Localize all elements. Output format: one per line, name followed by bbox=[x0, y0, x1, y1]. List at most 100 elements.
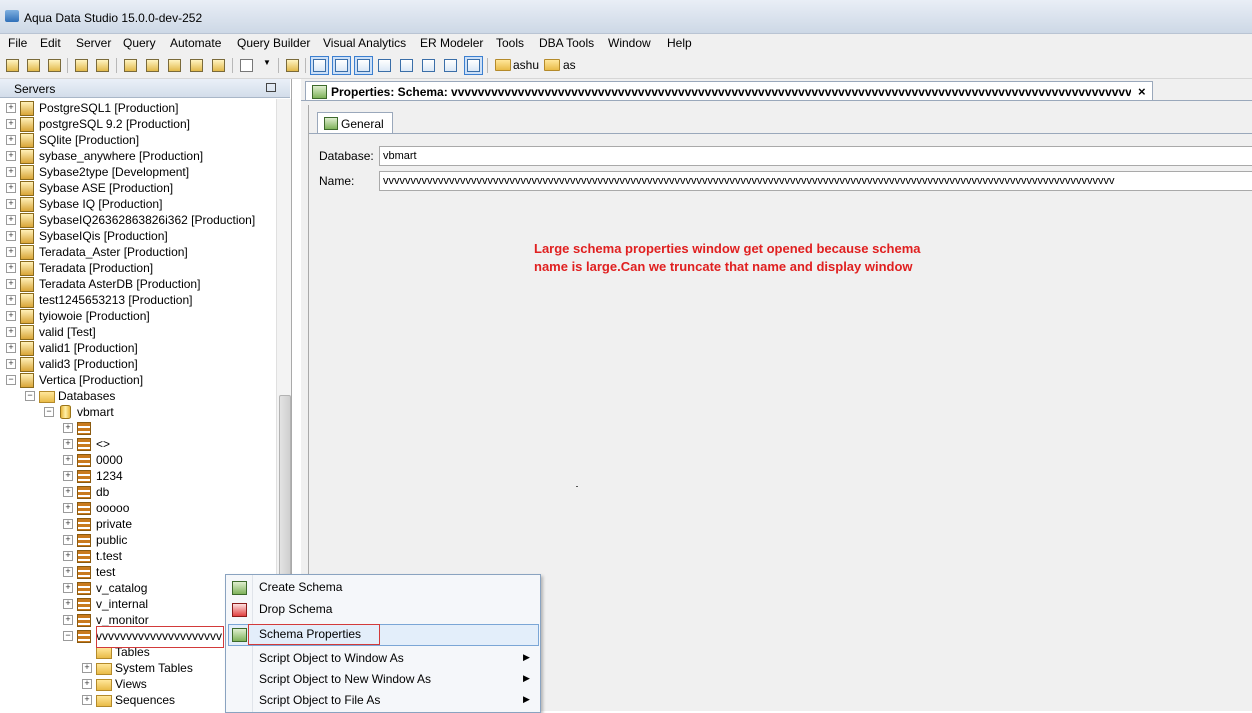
tree-item-label: postgreSQL 9.2 [Production] bbox=[39, 117, 190, 131]
query-window-icon[interactable] bbox=[122, 57, 138, 73]
menu-window[interactable]: Window bbox=[608, 36, 651, 50]
connect-icon[interactable] bbox=[46, 57, 62, 73]
expand-icon[interactable]: + bbox=[6, 231, 16, 241]
database-field[interactable]: vbmart bbox=[379, 146, 1252, 166]
expand-icon[interactable]: + bbox=[6, 167, 16, 177]
expand-icon[interactable]: + bbox=[63, 487, 73, 497]
expand-icon[interactable]: + bbox=[63, 583, 73, 593]
tree-item-label: vbmart bbox=[77, 405, 114, 419]
collapse-icon[interactable]: − bbox=[25, 391, 35, 401]
schema-icon bbox=[77, 518, 91, 531]
tab-properties-title: Properties: Schema: vvvvvvvvvvvvvvvvvvvv… bbox=[331, 85, 1131, 99]
collapse-icon[interactable]: − bbox=[6, 375, 16, 385]
layout-list-icon[interactable] bbox=[420, 57, 436, 73]
close-icon[interactable]: × bbox=[1138, 84, 1146, 99]
expand-icon[interactable]: + bbox=[63, 535, 73, 545]
query-analyzer-icon[interactable] bbox=[144, 57, 160, 73]
compare-icon[interactable] bbox=[188, 57, 204, 73]
tab-general[interactable]: General bbox=[317, 112, 393, 134]
edit-server-icon[interactable] bbox=[25, 57, 41, 73]
expand-icon[interactable]: + bbox=[6, 327, 16, 337]
expand-icon[interactable]: + bbox=[63, 471, 73, 481]
expand-icon[interactable]: + bbox=[6, 247, 16, 257]
schema-icon bbox=[77, 598, 91, 611]
expand-icon[interactable]: + bbox=[6, 183, 16, 193]
menu-dba-tools[interactable]: DBA Tools bbox=[539, 36, 594, 50]
layout-split-icon[interactable] bbox=[442, 57, 458, 73]
general-icon bbox=[324, 117, 338, 130]
expand-icon[interactable]: + bbox=[63, 423, 73, 433]
expand-icon[interactable]: + bbox=[6, 199, 16, 209]
layout-form-icon[interactable] bbox=[398, 57, 414, 73]
restore-icon[interactable] bbox=[266, 83, 276, 92]
expand-icon[interactable]: + bbox=[6, 103, 16, 113]
new-document-icon[interactable] bbox=[238, 57, 254, 73]
disconnect-icon[interactable] bbox=[73, 57, 89, 73]
table-data-editor-icon[interactable] bbox=[166, 57, 182, 73]
menu-server[interactable]: Server bbox=[76, 36, 111, 50]
expand-icon[interactable]: + bbox=[82, 663, 92, 673]
server-icon bbox=[20, 245, 34, 260]
expand-icon[interactable]: + bbox=[6, 263, 16, 273]
print-icon[interactable] bbox=[284, 57, 300, 73]
server-icon bbox=[20, 261, 34, 276]
tab-properties[interactable]: Properties: Schema: vvvvvvvvvvvvvvvvvvvv… bbox=[305, 81, 1153, 101]
report-icon[interactable] bbox=[210, 57, 226, 73]
menu-item-create-schema[interactable]: Create Schema bbox=[226, 577, 540, 599]
title-bar: Aqua Data Studio 15.0.0-dev-252 bbox=[0, 0, 1252, 34]
expand-icon[interactable]: + bbox=[63, 519, 73, 529]
expand-icon[interactable]: + bbox=[6, 295, 16, 305]
new-server-icon[interactable] bbox=[4, 57, 20, 73]
tree-item-label: SybaseIQ26362863826i362 [Production] bbox=[39, 213, 256, 227]
menu-query-builder[interactable]: Query Builder bbox=[237, 36, 310, 50]
menu-item-script-new-window[interactable]: Script Object to New Window As ▶ bbox=[226, 669, 540, 691]
expand-icon[interactable]: + bbox=[6, 359, 16, 369]
expand-icon[interactable]: + bbox=[63, 503, 73, 513]
expand-icon[interactable]: + bbox=[6, 279, 16, 289]
menu-item-script-window[interactable]: Script Object to Window As ▶ bbox=[226, 648, 540, 670]
refresh-server-icon[interactable] bbox=[94, 57, 110, 73]
expand-icon[interactable]: + bbox=[6, 135, 16, 145]
submenu-arrow-icon: ▶ bbox=[523, 694, 530, 704]
menu-edit[interactable]: Edit bbox=[40, 36, 61, 50]
menu-er-modeler[interactable]: ER Modeler bbox=[420, 36, 483, 50]
folder-as[interactable]: as bbox=[563, 58, 576, 72]
layout-doc-icon[interactable] bbox=[354, 56, 373, 75]
menu-item-label: Script Object to New Window As bbox=[259, 672, 432, 686]
menu-file[interactable]: File bbox=[8, 36, 27, 50]
chart-icon[interactable] bbox=[464, 56, 483, 75]
expand-icon[interactable]: + bbox=[6, 215, 16, 225]
menu-tools[interactable]: Tools bbox=[496, 36, 524, 50]
menu-automate[interactable]: Automate bbox=[170, 36, 221, 50]
menu-item-drop-schema[interactable]: Drop Schema bbox=[226, 599, 540, 621]
menu-query[interactable]: Query bbox=[123, 36, 156, 50]
collapse-icon[interactable]: − bbox=[63, 631, 73, 641]
menu-item-script-file[interactable]: Script Object to File As ▶ bbox=[226, 690, 540, 712]
tree-item-label: SQlite [Production] bbox=[39, 133, 140, 147]
expand-icon[interactable]: + bbox=[6, 311, 16, 321]
expand-icon[interactable]: + bbox=[63, 551, 73, 561]
expand-icon[interactable]: + bbox=[63, 439, 73, 449]
menu-visual-analytics[interactable]: Visual Analytics bbox=[323, 36, 406, 50]
expand-icon[interactable]: + bbox=[6, 119, 16, 129]
collapse-icon[interactable]: − bbox=[44, 407, 54, 417]
expand-icon[interactable]: + bbox=[63, 567, 73, 577]
expand-icon[interactable]: + bbox=[6, 151, 16, 161]
expand-icon[interactable]: + bbox=[63, 615, 73, 625]
dropdown-arrow-icon[interactable]: ▼ bbox=[263, 58, 271, 67]
tree-item-label: public bbox=[96, 533, 128, 547]
expand-icon[interactable]: + bbox=[63, 455, 73, 465]
name-field[interactable]: vvvvvvvvvvvvvvvvvvvvvvvvvvvvvvvvvvvvvvvv… bbox=[379, 171, 1252, 191]
expand-icon[interactable]: + bbox=[63, 599, 73, 609]
expand-icon[interactable]: + bbox=[82, 679, 92, 689]
folder-ashu[interactable]: ashu bbox=[513, 58, 539, 72]
layout-grid-icon[interactable] bbox=[310, 56, 329, 75]
tree-item-label: valid3 [Production] bbox=[39, 357, 138, 371]
expand-icon[interactable]: + bbox=[82, 695, 92, 705]
tree-item-label: v_internal bbox=[96, 597, 149, 611]
layout-table-icon[interactable] bbox=[376, 57, 392, 73]
schema-icon bbox=[77, 630, 91, 643]
layout-tree-icon[interactable] bbox=[332, 56, 351, 75]
menu-help[interactable]: Help bbox=[667, 36, 692, 50]
expand-icon[interactable]: + bbox=[6, 343, 16, 353]
